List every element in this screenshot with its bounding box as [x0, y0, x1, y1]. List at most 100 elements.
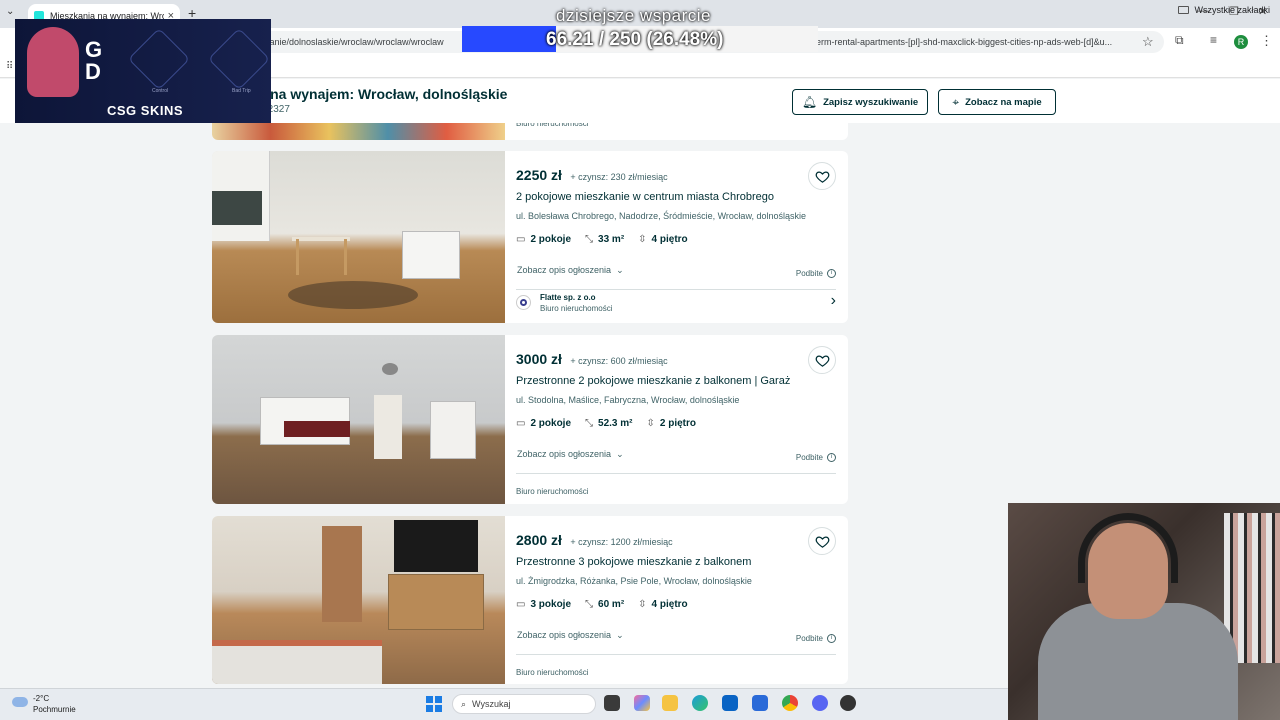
weapon-skin-frame — [207, 27, 271, 91]
save-search-label: Zapisz wyszukiwanie — [823, 96, 919, 108]
listing-title[interactable]: 2 pokojowe mieszkanie w centrum miasta C… — [516, 191, 774, 203]
bell-icon: 🔔︎ — [801, 95, 818, 109]
show-description-link[interactable]: Zobacz opis ogłoszenia ⌄ — [517, 449, 624, 460]
listing-area: 60 m² — [598, 599, 625, 610]
show-description-link[interactable]: Zobacz opis ogłoszenia ⌄ — [517, 265, 624, 276]
promoted-badge[interactable]: Podbite i — [796, 269, 836, 278]
heart-icon — [815, 170, 829, 183]
weapon-skin-frame — [127, 27, 191, 91]
cloud-icon[interactable] — [12, 697, 28, 707]
agency-logo — [516, 295, 531, 310]
sponsor-logo: CSG SKINS — [107, 103, 184, 118]
map-pin-icon: ⌖ — [952, 94, 960, 109]
store-icon[interactable] — [752, 695, 768, 711]
all-bookmarks-label: Wszystkie zakładki — [1194, 5, 1270, 15]
show-description-label: Zobacz opis ogłoszenia — [517, 265, 612, 275]
show-description-label: Zobacz opis ogłoszenia — [517, 449, 612, 459]
area-icon: ⤡ — [585, 599, 594, 610]
area-icon: ⤡ — [585, 234, 594, 245]
floor-icon: ⇳ — [638, 234, 647, 245]
task-view-icon[interactable] — [604, 695, 620, 711]
card-divider — [516, 654, 836, 655]
save-search-button[interactable]: 🔔︎ Zapisz wyszukiwanie — [792, 89, 928, 115]
bookmark-star-icon[interactable]: ☆ — [1142, 34, 1154, 50]
favorite-button[interactable] — [808, 346, 836, 374]
weather-condition[interactable]: Pochmurnie — [33, 705, 76, 714]
promoted-badge[interactable]: Podbite i — [796, 634, 836, 643]
info-icon: i — [827, 453, 836, 462]
listing-card[interactable]: 3000 zł + czynsz: 600 zł/miesiąc Przestr… — [212, 335, 848, 504]
streamer-body — [1038, 603, 1238, 720]
promoted-label: Podbite — [795, 634, 823, 643]
listing-price: 2250 zł — [516, 167, 562, 183]
listing-address: ul. Stodolna, Maślice, Fabryczna, Wrocła… — [516, 395, 740, 405]
view-map-label: Zobacz na mapie — [965, 96, 1042, 108]
agency-type: Biuro nieruchomości — [540, 304, 613, 313]
listing-card[interactable]: 2800 zł + czynsz: 1200 zł/miesiąc Przest… — [212, 516, 848, 684]
browser-menu-icon[interactable]: ⋮ — [1260, 33, 1273, 49]
listing-address: ul. Żmigrodzka, Różanka, Psie Pole, Wroc… — [516, 576, 752, 586]
chrome-icon[interactable] — [782, 695, 798, 711]
copilot-icon[interactable] — [634, 695, 650, 711]
promoted-label: Podbite — [795, 453, 823, 462]
show-description-link[interactable]: Zobacz opis ogłoszenia ⌄ — [517, 630, 624, 641]
all-bookmarks-button[interactable]: Wszystkie zakładki — [1178, 5, 1270, 15]
rooms-icon: ▭ — [516, 234, 526, 245]
agency-name[interactable]: Flatte sp. z o.o — [540, 293, 596, 302]
url-text-end: erm-rental-apartments-[pl]-shd-maxclick-… — [816, 37, 1113, 47]
webcam-feed — [1008, 503, 1280, 720]
tab-search-icon[interactable]: ⌄ — [6, 6, 14, 17]
taskbar-search[interactable]: ⌕ Wyszukaj — [452, 694, 596, 714]
outlook-icon[interactable] — [722, 695, 738, 711]
windows-start-icon[interactable] — [426, 696, 442, 712]
edge-icon[interactable] — [692, 695, 708, 711]
ad-gd-text: GD — [85, 37, 103, 84]
search-icon: ⌕ — [461, 698, 467, 709]
card-divider — [516, 289, 836, 290]
card-divider — [516, 473, 836, 474]
listing-photo — [212, 151, 505, 323]
floor-icon: ⇳ — [638, 599, 647, 610]
listing-floor: 2 piętro — [659, 418, 697, 429]
favorite-button[interactable] — [808, 527, 836, 555]
listing-price: 2800 zł — [516, 532, 562, 548]
agency-type: Biuro nieruchomości — [516, 487, 589, 496]
floor-icon: ⇳ — [646, 418, 655, 429]
skin-label: Control — [152, 88, 169, 94]
discord-icon[interactable] — [812, 695, 828, 711]
listing-floor: 4 piętro — [651, 234, 688, 245]
profile-avatar[interactable]: R — [1234, 35, 1248, 49]
info-icon: i — [827, 634, 836, 643]
donation-goal-title: dzisiejsze wsparcie — [556, 6, 711, 25]
info-icon: i — [827, 269, 836, 278]
skin-label: Bad Trip — [232, 88, 251, 94]
show-description-label: Zobacz opis ogłoszenia — [517, 630, 612, 640]
chevron-down-icon: ⌄ — [613, 449, 624, 459]
headset-icon — [1078, 513, 1178, 583]
taskbar-search-placeholder: Wyszukaj — [472, 699, 511, 709]
listing-photo — [212, 516, 505, 684]
listing-title[interactable]: Przestronne 2 pokojowe mieszkanie z balk… — [516, 375, 790, 387]
favorite-button[interactable] — [808, 162, 836, 190]
listing-rooms: 2 pokoje — [530, 418, 572, 429]
extensions-icon[interactable]: ⧉ — [1175, 33, 1184, 48]
listing-card[interactable]: 2250 zł + czynsz: 230 zł/miesiąc 2 pokoj… — [212, 151, 848, 323]
listing-params: ▭ 3 pokoje ⤡ 60 m² ⇳ 4 piętro — [516, 599, 688, 610]
agency-type: Biuro nieruchomości — [516, 668, 589, 677]
listing-title[interactable]: Przestronne 3 pokojowe mieszkanie z balk… — [516, 556, 751, 568]
rooms-icon: ▭ — [516, 599, 526, 610]
promoted-badge[interactable]: Podbite i — [796, 453, 836, 462]
obs-icon[interactable] — [840, 695, 856, 711]
media-controls-icon[interactable]: ≡ — [1210, 33, 1217, 47]
rooms-icon: ▭ — [516, 418, 526, 429]
chevron-right-icon[interactable]: › — [831, 292, 836, 310]
listing-rooms: 3 pokoje — [530, 599, 572, 610]
file-explorer-icon[interactable] — [662, 695, 678, 711]
weather-temperature[interactable]: -2°C — [33, 694, 49, 703]
apps-grid-icon[interactable]: ⠿ — [6, 61, 13, 72]
promoted-label: Podbite — [795, 269, 823, 278]
listing-photo — [212, 335, 505, 504]
view-map-button[interactable]: ⌖ Zobacz na mapie — [938, 89, 1056, 115]
sponsor-banner: GD Control Bad Trip CSG SKINS — [15, 19, 271, 123]
listing-rooms: 2 pokoje — [530, 234, 572, 245]
